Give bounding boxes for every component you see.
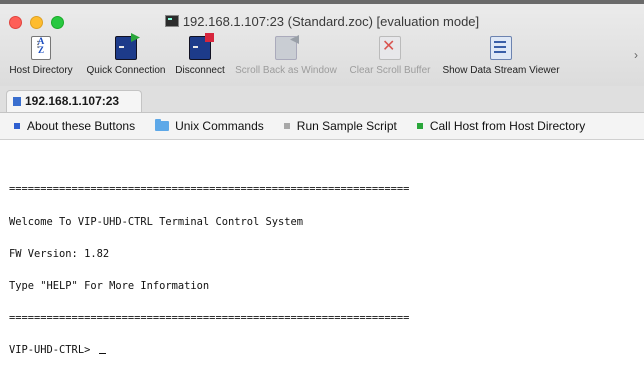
terminal-line: Welcome To VIP-UHD-CTRL Terminal Control… [9, 215, 304, 228]
window-title-text: 192.168.1.107:23 (Standard.zoc) [evaluat… [182, 14, 480, 29]
terminal-line: ========================================… [9, 183, 410, 196]
terminal-app-icon [164, 15, 179, 27]
clear-scroll-buffer-icon: ✕ [379, 36, 401, 60]
run-sample-script-label: Run Sample Script [296, 119, 397, 133]
session-tab-label: 192.168.1.107:23 [25, 94, 120, 108]
host-directory-icon: A Z ⋮ [31, 36, 51, 60]
title-and-toolbar: 192.168.1.107:23 (Standard.zoc) [evaluat… [0, 0, 644, 87]
terminal-line: ========================================… [9, 311, 410, 324]
toolbar-overflow-icon[interactable]: › [634, 48, 638, 62]
call-host-label: Call Host from Host Directory [429, 119, 586, 133]
session-tab-strip: 192.168.1.107:23 [0, 86, 644, 113]
gray-square-icon [283, 123, 290, 129]
session-tab[interactable]: 192.168.1.107:23 [6, 90, 142, 112]
terminal-screen[interactable]: ========================================… [0, 140, 644, 355]
window-title: 192.168.1.107:23 (Standard.zoc) [evaluat… [0, 14, 644, 29]
scroll-back-label: Scroll Back as Window [235, 65, 337, 76]
zoc-terminal-window: 192.168.1.107:23 (Standard.zoc) [evaluat… [0, 0, 644, 355]
blue-square-icon [14, 123, 20, 129]
toolbar: A Z ⋮ Host Directory Quick Connection Disc… [0, 33, 561, 82]
disconnect-button[interactable]: Disconnect [173, 33, 227, 82]
about-buttons-label: About these Buttons [27, 119, 136, 133]
terminal-output: ========================================… [9, 163, 409, 377]
unix-commands-button[interactable]: Unix Commands [155, 119, 264, 133]
data-stream-viewer-icon [490, 36, 512, 60]
user-button-bar: About these Buttons Unix Commands Run Sa… [0, 113, 644, 140]
call-host-button[interactable]: Call Host from Host Directory [416, 119, 586, 133]
terminal-line: Type "HELP" For More Information [9, 279, 210, 292]
host-directory-label: Host Directory [9, 65, 73, 76]
data-stream-viewer-label: Show Data Stream Viewer [442, 65, 560, 76]
menu-strip [0, 0, 644, 4]
terminal-cursor [98, 352, 106, 354]
scroll-back-button[interactable]: Scroll Back as Window [233, 35, 339, 82]
session-tab-icon [13, 97, 21, 106]
terminal-prompt: VIP-UHD-CTRL> [9, 343, 97, 356]
run-sample-script-button[interactable]: Run Sample Script [283, 119, 397, 133]
quick-connection-button[interactable]: Quick Connection [83, 33, 169, 82]
scroll-back-icon [275, 35, 299, 60]
quick-connection-icon [115, 33, 140, 60]
terminal-line: FW Version: 1.82 [9, 247, 110, 260]
about-buttons-button[interactable]: About these Buttons [14, 119, 135, 133]
clear-scroll-buffer-button[interactable]: ✕ Clear Scroll Buffer [345, 36, 435, 82]
green-square-icon [416, 123, 423, 129]
host-directory-button[interactable]: A Z ⋮ Host Directory [9, 36, 73, 82]
disconnect-label: Disconnect [175, 65, 225, 76]
clear-scroll-buffer-label: Clear Scroll Buffer [349, 65, 431, 76]
unix-commands-label: Unix Commands [175, 119, 264, 133]
folder-icon [155, 119, 170, 131]
terminal-prompt-line: VIP-UHD-CTRL> [9, 345, 409, 356]
data-stream-viewer-button[interactable]: Show Data Stream Viewer [441, 36, 561, 82]
disconnect-icon [189, 33, 214, 60]
quick-connection-label: Quick Connection [86, 65, 166, 76]
